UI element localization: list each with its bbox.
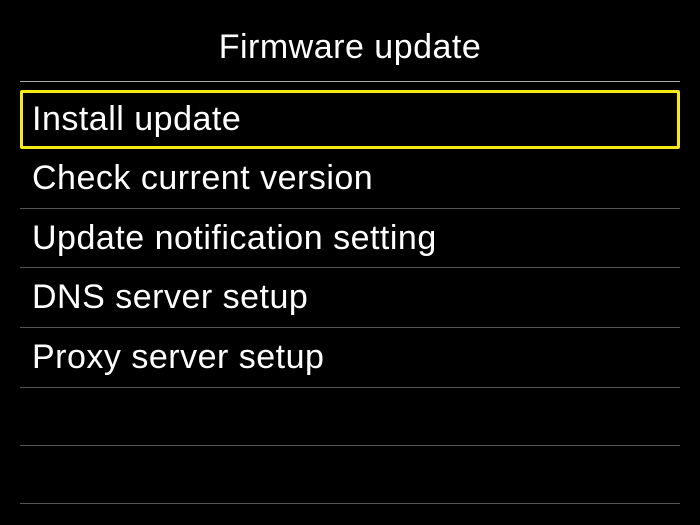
menu-item-check-version[interactable]: Check current version bbox=[20, 149, 680, 209]
empty-row bbox=[20, 446, 680, 504]
menu-list: Install update Check current version Upd… bbox=[20, 90, 680, 504]
menu-item-label: Update notification setting bbox=[32, 219, 437, 257]
header: Firmware update bbox=[20, 10, 680, 81]
menu-item-dns-setup[interactable]: DNS server setup bbox=[20, 268, 680, 328]
header-divider bbox=[20, 81, 680, 82]
page-title: Firmware update bbox=[20, 28, 680, 67]
menu-item-label: Install update bbox=[32, 100, 241, 138]
menu-item-label: Check current version bbox=[32, 159, 373, 197]
menu-item-label: DNS server setup bbox=[32, 278, 308, 316]
empty-row bbox=[20, 388, 680, 446]
menu-item-install-update[interactable]: Install update bbox=[20, 90, 680, 149]
screen: Firmware update Install update Check cur… bbox=[20, 10, 680, 515]
menu-item-label: Proxy server setup bbox=[32, 338, 324, 376]
menu-item-update-notification[interactable]: Update notification setting bbox=[20, 209, 680, 269]
menu-item-proxy-setup[interactable]: Proxy server setup bbox=[20, 328, 680, 388]
